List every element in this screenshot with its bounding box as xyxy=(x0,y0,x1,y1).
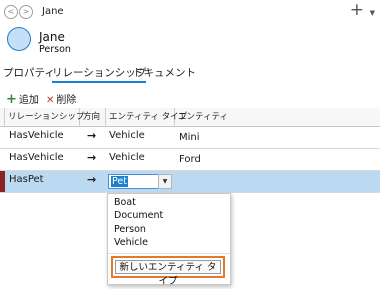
entity-type-value: Pet xyxy=(111,176,128,187)
cell-relationship: HasPet xyxy=(9,174,44,185)
add-icon[interactable]: + xyxy=(350,1,364,19)
new-entity-type-button[interactable]: 新しいエンティティ タイプ xyxy=(115,260,221,287)
grid-header: リレーションシップ 方向 エンティティ タイプ エンティティ xyxy=(0,108,380,127)
arrow-right-icon: > xyxy=(22,7,30,16)
table-row[interactable]: HasVehicle → Vehicle Mini xyxy=(0,127,380,149)
add-button[interactable]: + 追加 xyxy=(6,91,39,107)
arrow-right-icon: → xyxy=(87,129,97,142)
combobox-dropdown-button[interactable]: ▼ xyxy=(158,174,172,189)
chevron-down-icon[interactable]: ▼ xyxy=(370,9,375,17)
forward-button[interactable]: > xyxy=(19,5,33,19)
cell-relationship: HasVehicle xyxy=(9,130,64,141)
cell-entity-type: Vehicle xyxy=(109,152,145,163)
new-entity-type-highlight: 新しいエンティティ タイプ xyxy=(111,256,225,287)
column-header-entity-type[interactable]: エンティティ タイプ xyxy=(106,108,187,126)
entity-type-dropdown: Boat Document Person Vehicle 新しいエンティティ タ… xyxy=(107,193,231,287)
tab-documents[interactable]: ドキュメント xyxy=(133,65,196,80)
tab-properties[interactable]: プロパティ xyxy=(3,65,55,80)
arrow-left-icon: < xyxy=(7,7,15,16)
back-button[interactable]: < xyxy=(4,5,18,19)
dropdown-option-boat[interactable]: Boat xyxy=(114,197,136,208)
dropdown-option-person[interactable]: Person xyxy=(114,224,146,235)
avatar xyxy=(7,27,31,51)
entity-type: Person xyxy=(39,44,71,55)
table-row[interactable]: HasVehicle → Vehicle Ford xyxy=(0,149,380,171)
delete-label: 削除 xyxy=(56,95,77,106)
dropdown-option-document[interactable]: Document xyxy=(114,210,163,221)
entity-name: Jane xyxy=(39,30,65,44)
arrow-right-icon: → xyxy=(87,151,97,164)
cell-entity: Mini xyxy=(179,132,200,143)
cell-relationship: HasVehicle xyxy=(9,152,64,163)
cell-entity-type: Vehicle xyxy=(109,130,145,141)
delete-button[interactable]: ✕ 削除 xyxy=(46,91,76,106)
dropdown-option-vehicle[interactable]: Vehicle xyxy=(114,237,148,248)
arrow-right-icon: → xyxy=(87,173,97,186)
dropdown-divider xyxy=(108,253,230,254)
column-header-direction[interactable]: 方向 xyxy=(80,108,106,126)
close-icon: ✕ xyxy=(46,95,55,106)
window-title: Jane xyxy=(42,6,64,17)
table-row-selected[interactable]: HasPet → Pet ▼ xyxy=(0,171,380,193)
add-label: 追加 xyxy=(18,95,39,106)
chevron-down-icon: ▼ xyxy=(162,178,168,185)
column-header-entity[interactable]: エンティティ xyxy=(175,108,380,126)
row-selection-marker xyxy=(0,171,5,192)
column-header-relationship[interactable]: リレーションシップ xyxy=(5,108,84,126)
plus-icon: + xyxy=(6,92,17,107)
cell-entity: Ford xyxy=(179,154,201,165)
